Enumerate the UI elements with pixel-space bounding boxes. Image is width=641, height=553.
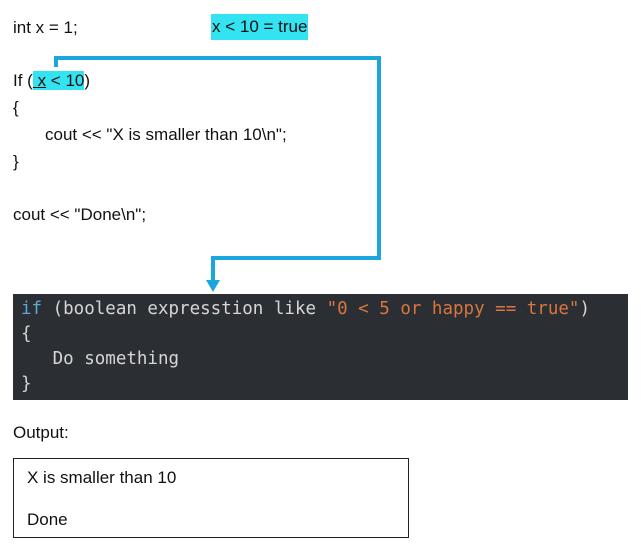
code-panel: if (boolean expresstion like "0 < 5 or h… (13, 294, 628, 400)
eval-note: x < 10 = true (211, 14, 309, 40)
panel-body: Do something (21, 349, 180, 369)
code-decl: int x = 1; (13, 18, 78, 37)
output-label: Output: (13, 423, 69, 442)
if-close-paren: ) (84, 71, 91, 90)
panel-open-brace: { (21, 324, 32, 344)
panel-close-brace: } (21, 374, 32, 394)
open-brace: { (13, 98, 19, 117)
output-line-2: Done (27, 510, 68, 529)
if-keyword: If ( (13, 71, 33, 90)
flow-arrow-head (206, 280, 220, 292)
flow-arrow-line (54, 56, 381, 286)
cout-line: cout << "X is smaller than 10\n"; (45, 125, 287, 144)
done-line: cout << "Done\n"; (13, 205, 147, 224)
panel-if-keyword: if (21, 299, 43, 319)
panel-if-line: if (boolean expresstion like "0 < 5 or h… (21, 299, 590, 319)
if-condition-x: x (37, 71, 47, 90)
output-box: X is smaller than 10 Done (13, 458, 409, 538)
if-condition: x < 10 (32, 71, 85, 90)
output-line-1: X is smaller than 10 (27, 468, 177, 487)
if-line: If ( x < 10) (13, 70, 90, 92)
close-brace: } (13, 152, 19, 171)
